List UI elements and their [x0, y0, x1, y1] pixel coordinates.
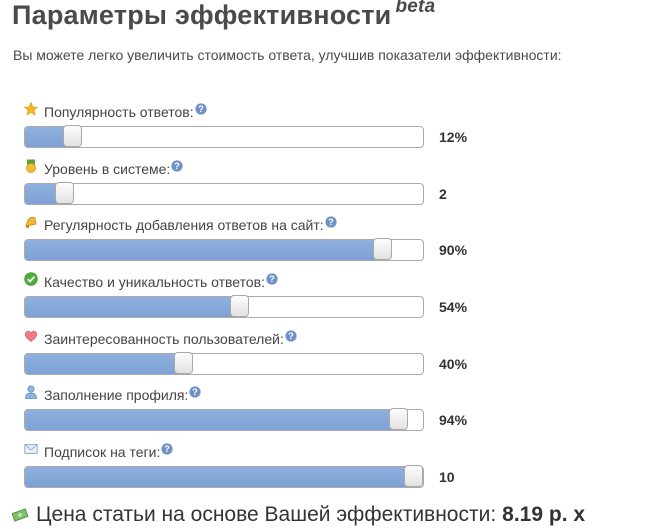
svg-text:?: ?: [328, 217, 334, 227]
svg-text:?: ?: [198, 104, 204, 114]
help-icon[interactable]: ?: [266, 273, 278, 285]
money-icon: [12, 508, 29, 522]
slider-track[interactable]: [24, 408, 424, 431]
slider-fill: [25, 467, 414, 487]
slider-fill: [25, 240, 384, 260]
svg-text:?: ?: [165, 444, 171, 454]
help-icon[interactable]: ?: [325, 216, 337, 228]
metric-label: Заполнение профиля:: [44, 387, 189, 403]
slider-handle[interactable]: [229, 295, 249, 317]
svg-text:?: ?: [193, 387, 199, 397]
star-icon: [24, 102, 38, 116]
slider-handle[interactable]: [389, 408, 409, 430]
bell-icon: [25, 216, 37, 229]
metric-label: Популярность ответов:: [44, 104, 194, 120]
price-amount: 8.19 р. х: [502, 503, 586, 526]
metric-interest: Заинтересованность пользователей: ? 40%: [0, 329, 650, 385]
help-icon[interactable]: ?: [161, 443, 173, 455]
svg-text:?: ?: [288, 331, 294, 341]
metric-label-row: Регулярность добавления ответов на сайт:…: [24, 215, 337, 235]
slider-handle[interactable]: [404, 465, 423, 487]
slider-handle[interactable]: [373, 238, 393, 260]
metric-value: 90%: [439, 242, 468, 258]
slider-track[interactable]: [24, 352, 424, 375]
level-badge-icon: [26, 159, 36, 173]
metric-label-row: Заинтересованность пользователей: ?: [24, 329, 297, 349]
metric-label-row: Заполнение профиля: ?: [24, 385, 201, 405]
price-line: Цена статьи на основе Вашей эффективност…: [12, 503, 585, 527]
slider-fill: [25, 354, 185, 374]
metric-level: Уровень в системе: ? 2: [0, 159, 650, 215]
help-icon[interactable]: ?: [195, 103, 207, 115]
slider-handle[interactable]: [62, 125, 82, 147]
metric-tags: Подписок на теги: ? 10: [0, 442, 650, 498]
svg-text:?: ?: [175, 161, 181, 171]
metric-label: Уровень в системе:: [44, 161, 171, 177]
metric-label: Подписок на теги:: [44, 444, 161, 460]
page-title-text: Параметры эффективности: [12, 0, 392, 30]
metric-label: Заинтересованность пользователей:: [44, 331, 284, 347]
slider-track[interactable]: [24, 295, 424, 318]
metric-quality: Качество и уникальность ответов: ? 54%: [0, 272, 650, 328]
metric-regularity: Регулярность добавления ответов на сайт:…: [0, 215, 650, 271]
slider-track[interactable]: [24, 238, 424, 261]
check-circle-icon: [24, 272, 38, 286]
metric-label-row: Качество и уникальность ответов: ?: [24, 272, 278, 292]
slider-track[interactable]: [24, 125, 424, 148]
metric-value: 10: [439, 469, 455, 485]
metric-label-row: Уровень в системе: ?: [24, 159, 183, 179]
metric-popularity: Популярность ответов: ? 12%: [0, 102, 650, 158]
slider-fill: [25, 410, 400, 430]
slider-fill: [25, 297, 240, 317]
metric-value: 54%: [439, 299, 468, 315]
beta-badge: beta: [395, 0, 436, 17]
metric-label: Регулярность добавления ответов на сайт:: [44, 217, 324, 233]
metric-profile: Заполнение профиля: ? 94%: [0, 385, 650, 441]
intro-text: Вы можете легко увеличить стоимость отве…: [13, 47, 562, 63]
slider-handle[interactable]: [174, 352, 194, 374]
price-label: Цена статьи на основе Вашей эффективност…: [36, 503, 497, 526]
svg-text:?: ?: [269, 274, 275, 284]
metric-value: 40%: [439, 356, 468, 372]
page-title: Параметры эффективности beta: [12, 0, 435, 31]
metric-value: 2: [439, 186, 447, 202]
metric-label-row: Подписок на теги: ?: [24, 442, 173, 462]
help-icon[interactable]: ?: [171, 160, 183, 172]
help-icon[interactable]: ?: [189, 386, 201, 398]
slider-track[interactable]: [24, 465, 424, 488]
metric-value: 12%: [439, 129, 468, 145]
help-icon[interactable]: ?: [285, 330, 297, 342]
heart-icon: [24, 330, 38, 342]
metric-label-row: Популярность ответов: ?: [24, 102, 207, 122]
slider-handle[interactable]: [54, 182, 74, 204]
metric-value: 94%: [439, 412, 468, 428]
metric-label: Качество и уникальность ответов:: [44, 274, 265, 290]
user-icon: [25, 385, 37, 399]
slider-track[interactable]: [24, 182, 424, 205]
envelope-icon: [24, 444, 38, 454]
